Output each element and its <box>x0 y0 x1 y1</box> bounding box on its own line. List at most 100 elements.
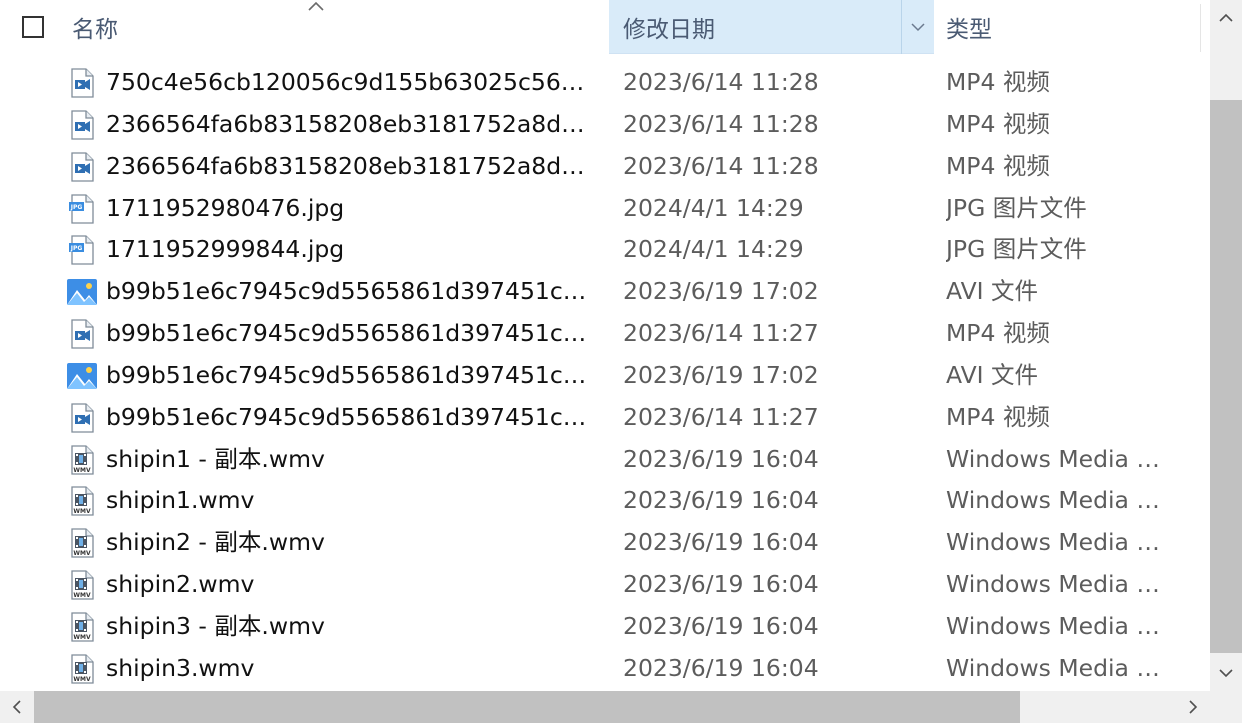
vertical-scroll-thumb[interactable] <box>1210 100 1242 653</box>
file-row[interactable]: WMV shipin3.wmv 2023/6/19 16:04 Windows Med… <box>0 647 1210 689</box>
scroll-left-button[interactable] <box>0 691 34 723</box>
scroll-right-button[interactable] <box>1176 691 1210 723</box>
file-row[interactable]: JPG 1711952980476.jpg 2024/4/1 14:29 JPG 图片… <box>0 187 1210 229</box>
select-all-checkbox[interactable] <box>22 16 44 38</box>
file-row[interactable]: WMV shipin2 - 副本.wmv 2023/6/19 16:04 Window… <box>0 521 1210 563</box>
file-name[interactable]: shipin2 - 副本.wmv <box>106 521 596 563</box>
chevron-down-icon <box>1219 669 1233 678</box>
file-type: Windows Media 音... <box>946 570 1178 599</box>
file-row[interactable]: WMV shipin1 - 副本.wmv 2023/6/19 16:04 Window… <box>0 438 1210 480</box>
file-row[interactable]: JPG 1711952999844.jpg 2024/4/1 14:29 JPG 图片… <box>0 228 1210 270</box>
photo-file-icon <box>66 360 98 392</box>
file-modified-date: 2023/6/19 17:02 <box>623 277 819 306</box>
file-modified-date: 2023/6/14 11:28 <box>623 151 819 180</box>
file-name[interactable]: 750c4e56cb120056c9d155b63025c564_p... <box>106 61 596 103</box>
jpg-file-icon: JPG <box>66 193 98 225</box>
file-name[interactable]: shipin3.wmv <box>106 647 596 689</box>
file-modified-date: 2023/6/14 11:27 <box>623 319 819 348</box>
file-list-view: 名称 修改日期 类型 750c4e56cb120056c9d155b63025c… <box>0 0 1242 723</box>
file-name[interactable]: shipin1.wmv <box>106 479 596 521</box>
chevron-right-icon <box>1189 700 1198 714</box>
file-row[interactable]: b99b51e6c7945c9d5565861d397451cb_... 2023… <box>0 396 1210 438</box>
file-modified-date: 2023/6/14 11:28 <box>623 68 819 96</box>
file-name[interactable]: 1711952999844.jpg <box>106 228 596 270</box>
jpg-file-icon: JPG <box>66 234 98 266</box>
svg-text:WMV: WMV <box>73 676 91 683</box>
file-modified-date: 2024/4/1 14:29 <box>623 193 804 222</box>
wmv-file-icon: WMV <box>66 569 98 601</box>
file-name[interactable]: b99b51e6c7945c9d5565861d397451cb_... <box>106 312 596 354</box>
wmv-file-icon: WMV <box>66 527 98 559</box>
file-name[interactable]: b99b51e6c7945c9d5565861d397451cb_... <box>106 354 596 396</box>
svg-text:WMV: WMV <box>73 550 91 557</box>
svg-text:WMV: WMV <box>73 592 91 599</box>
file-row[interactable]: WMV shipin1.wmv 2023/6/19 16:04 Windows Med… <box>0 479 1210 521</box>
file-modified-date: 2023/6/19 16:04 <box>623 444 819 473</box>
chevron-left-icon <box>12 700 21 714</box>
wmv-file-icon: WMV <box>66 444 98 476</box>
chevron-down-icon <box>911 23 925 32</box>
video-file-icon <box>66 67 98 99</box>
video-file-icon <box>66 109 98 141</box>
svg-text:WMV: WMV <box>73 508 91 515</box>
video-file-icon <box>66 318 98 350</box>
file-row[interactable]: 2366564fa6b83158208eb3181752a8d6_p... 202… <box>0 145 1210 187</box>
date-filter-dropdown[interactable] <box>901 0 934 54</box>
file-rows: 750c4e56cb120056c9d155b63025c564_p... 202… <box>0 61 1210 689</box>
file-type: MP4 视频 <box>946 68 1050 96</box>
file-type: AVI 文件 <box>946 277 1039 306</box>
column-header-bar: 名称 修改日期 类型 <box>0 0 1210 56</box>
svg-text:WMV: WMV <box>73 467 91 474</box>
file-type: JPG 图片文件 <box>946 193 1087 222</box>
file-modified-date: 2023/6/19 16:04 <box>623 528 819 557</box>
column-header-name[interactable]: 名称 <box>60 0 610 54</box>
file-row[interactable]: b99b51e6c7945c9d5565861d397451cb_... 2023… <box>0 354 1210 396</box>
file-name[interactable]: 1711952980476.jpg <box>106 187 596 229</box>
file-name[interactable]: 2366564fa6b83158208eb3181752a8d6_p... <box>106 145 596 187</box>
column-header-type-label: 类型 <box>946 17 992 43</box>
wmv-file-icon: WMV <box>66 485 98 517</box>
wmv-file-icon: WMV <box>66 611 98 643</box>
file-type: MP4 视频 <box>946 151 1050 180</box>
column-header-date[interactable]: 修改日期 <box>609 0 934 54</box>
scroll-up-button[interactable] <box>1210 0 1242 36</box>
file-name[interactable]: b99b51e6c7945c9d5565861d397451cb_... <box>106 270 596 312</box>
file-row[interactable]: 2366564fa6b83158208eb3181752a8d6_p... 202… <box>0 103 1210 145</box>
file-name[interactable]: 2366564fa6b83158208eb3181752a8d6_p... <box>106 103 596 145</box>
column-header-date-label: 修改日期 <box>623 16 715 43</box>
svg-text:JPG: JPG <box>70 204 83 211</box>
file-row[interactable]: WMV shipin2.wmv 2023/6/19 16:04 Windows Med… <box>0 563 1210 605</box>
file-row[interactable]: b99b51e6c7945c9d5565861d397451cb_... 2023… <box>0 312 1210 354</box>
file-modified-date: 2023/6/19 16:04 <box>623 570 819 599</box>
svg-text:JPG: JPG <box>70 246 83 253</box>
file-row[interactable]: 750c4e56cb120056c9d155b63025c564_p... 202… <box>0 61 1210 103</box>
vertical-scrollbar[interactable] <box>1210 0 1242 691</box>
file-type: AVI 文件 <box>946 360 1039 389</box>
column-header-type[interactable]: 类型 <box>934 0 1200 54</box>
scrollbar-corner <box>1210 691 1242 723</box>
file-name[interactable]: b99b51e6c7945c9d5565861d397451cb_... <box>106 396 596 438</box>
photo-file-icon <box>66 276 98 308</box>
file-type: Windows Media 音... <box>946 611 1178 640</box>
chevron-up-icon <box>1219 13 1233 22</box>
file-name[interactable]: shipin1 - 副本.wmv <box>106 438 596 480</box>
scroll-down-button[interactable] <box>1210 655 1242 691</box>
file-modified-date: 2023/6/14 11:28 <box>623 109 819 138</box>
file-row[interactable]: b99b51e6c7945c9d5565861d397451cb_... 2023… <box>0 270 1210 312</box>
horizontal-scroll-thumb[interactable] <box>34 691 1020 723</box>
wmv-file-icon: WMV <box>66 653 98 685</box>
horizontal-scrollbar[interactable] <box>0 691 1210 723</box>
file-row[interactable]: WMV shipin3 - 副本.wmv 2023/6/19 16:04 Window… <box>0 605 1210 647</box>
file-modified-date: 2024/4/1 14:29 <box>623 235 804 264</box>
file-modified-date: 2023/6/14 11:27 <box>623 402 819 431</box>
file-modified-date: 2023/6/19 16:04 <box>623 653 819 682</box>
video-file-icon <box>66 402 98 434</box>
file-type: Windows Media 音... <box>946 653 1178 682</box>
file-name[interactable]: shipin2.wmv <box>106 563 596 605</box>
file-type: Windows Media 音... <box>946 444 1178 473</box>
file-type: MP4 视频 <box>946 319 1050 348</box>
file-modified-date: 2023/6/19 17:02 <box>623 360 819 389</box>
file-name[interactable]: shipin3 - 副本.wmv <box>106 605 596 647</box>
column-divider <box>1200 4 1201 52</box>
sort-ascending-caret-icon <box>308 1 324 11</box>
